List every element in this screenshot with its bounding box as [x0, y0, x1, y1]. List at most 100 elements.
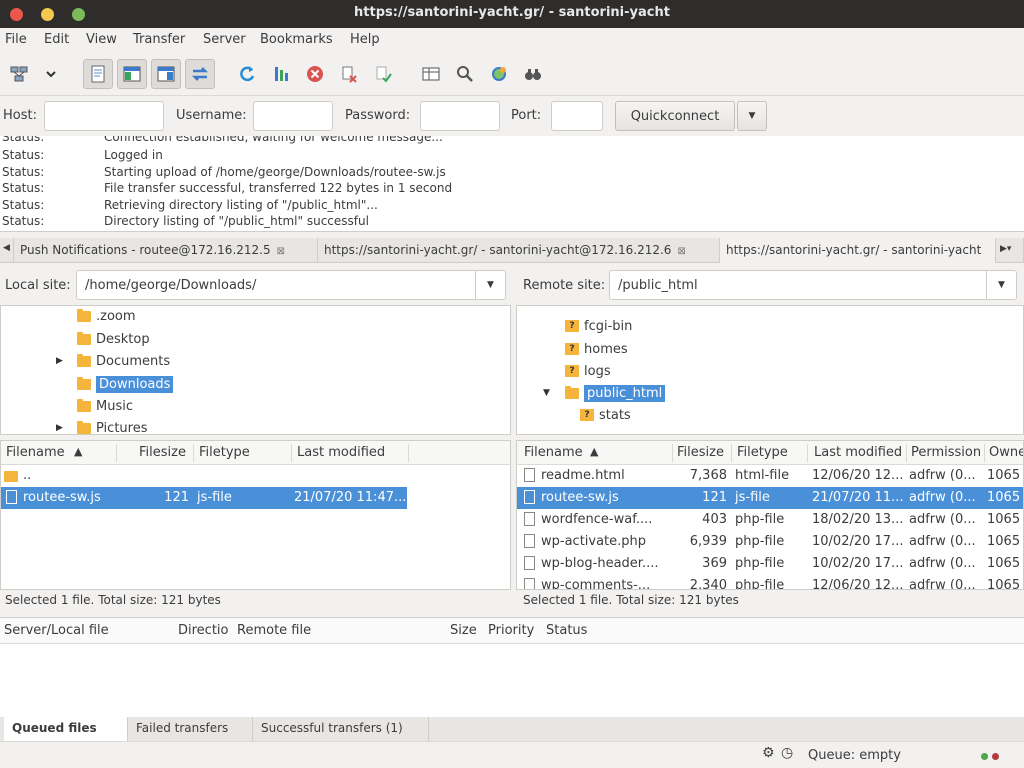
- toggle-remote-tree-icon[interactable]: [151, 59, 181, 89]
- column-filetype[interactable]: Filetype: [199, 445, 250, 460]
- column-size[interactable]: Size: [450, 623, 477, 638]
- quickconnect-button[interactable]: Quickconnect: [615, 101, 735, 131]
- tree-item[interactable]: ? fcgi-bin: [565, 316, 632, 336]
- folder-icon: [77, 376, 91, 390]
- username-input[interactable]: [253, 101, 333, 131]
- tab-push-notifications[interactable]: Push Notifications - routee@172.16.212.5…: [14, 238, 318, 263]
- quickconnect-history-button[interactable]: ▼: [737, 101, 767, 131]
- menu-bar: File Edit View Transfer Server Bookmarks…: [0, 28, 1024, 52]
- username-label: Username:: [176, 108, 247, 123]
- tree-item-selected[interactable]: Downloads: [77, 374, 174, 394]
- chevron-down-icon[interactable]: ▼: [986, 271, 1016, 299]
- tab-failed-transfers[interactable]: Failed transfers: [128, 717, 253, 741]
- column-priority[interactable]: Priority: [488, 623, 534, 638]
- remote-directory-tree[interactable]: ? fcgi-bin ? homes ? logs ▼ public_html ? st…: [516, 305, 1024, 435]
- file-row[interactable]: wordfence-waf.... 403 php-file 18/02/20 …: [517, 509, 1023, 531]
- tab-santorini-yacht-2[interactable]: https://santorini-yacht.gr/ - santorini-…: [720, 238, 996, 263]
- remote-file-list[interactable]: Filename ▲ Filesize Filetype Last modifi…: [516, 440, 1024, 590]
- speed-limit-icon[interactable]: ◷: [781, 745, 793, 761]
- column-last-modified[interactable]: Last modified: [297, 445, 385, 460]
- menu-view[interactable]: View: [86, 32, 117, 47]
- directory-comparison-icon[interactable]: [450, 59, 480, 89]
- tree-item[interactable]: .zoom: [77, 306, 136, 326]
- find-files-icon[interactable]: [518, 59, 548, 89]
- remote-file-list-header: Filename ▲ Filesize Filetype Last modifi…: [517, 441, 1023, 465]
- file-icon: [524, 556, 535, 570]
- title-bar: https://santorini-yacht.gr/ - santorini-…: [0, 0, 1024, 28]
- menu-transfer[interactable]: Transfer: [133, 32, 185, 47]
- file-row-selected[interactable]: routee-sw.js 121 js-file 21/07/20 11:47.…: [1, 487, 407, 509]
- local-path-combo[interactable]: /home/george/Downloads/ ▼: [76, 270, 506, 300]
- sync-browsing-icon[interactable]: [484, 59, 514, 89]
- menu-help[interactable]: Help: [350, 32, 380, 47]
- column-server-local-file[interactable]: Server/Local file: [4, 623, 109, 638]
- tab-successful-transfers[interactable]: Successful transfers (1): [253, 717, 429, 741]
- file-row[interactable]: wp-activate.php 6,939 php-file 10/02/20 …: [517, 531, 1023, 553]
- file-row[interactable]: wp-comments-... 2,340 php-file 12/06/20 …: [517, 575, 1023, 589]
- menu-bookmarks[interactable]: Bookmarks: [260, 32, 333, 47]
- column-filesize[interactable]: Filesize: [139, 445, 186, 460]
- expand-arrow-icon[interactable]: ▶: [56, 423, 63, 433]
- reconnect-icon[interactable]: [368, 59, 398, 89]
- remote-site-label: Remote site:: [523, 278, 606, 293]
- tree-item-selected[interactable]: public_html: [565, 383, 666, 403]
- process-queue-icon[interactable]: [266, 59, 296, 89]
- local-path-value: /home/george/Downloads/: [85, 278, 257, 293]
- site-manager-icon[interactable]: [4, 59, 34, 89]
- refresh-icon[interactable]: [232, 59, 262, 89]
- tree-item[interactable]: ? homes: [565, 339, 628, 359]
- column-permissions[interactable]: Permission: [911, 445, 981, 460]
- local-directory-tree[interactable]: .zoom Desktop ▶ Documents Downloads Musi…: [0, 305, 511, 435]
- host-input[interactable]: [44, 101, 164, 131]
- collapse-arrow-icon[interactable]: ▼: [543, 388, 550, 398]
- tab-queued-files[interactable]: Queued files: [4, 717, 128, 741]
- dropdown-icon[interactable]: [36, 59, 66, 89]
- folder-icon: [77, 420, 91, 434]
- tree-item[interactable]: ? stats: [580, 405, 631, 425]
- toolbar: [0, 52, 1024, 96]
- column-direction[interactable]: Directio: [178, 623, 229, 638]
- password-input[interactable]: [420, 101, 500, 131]
- tab-close-icon[interactable]: ⊠: [677, 246, 685, 257]
- tab-santorini-yacht-1[interactable]: https://santorini-yacht.gr/ - santorini-…: [318, 238, 720, 263]
- local-file-list[interactable]: Filename ▲ Filesize Filetype Last modifi…: [0, 440, 511, 590]
- tree-item[interactable]: Documents: [77, 351, 170, 371]
- cancel-icon[interactable]: [300, 59, 330, 89]
- tree-item[interactable]: Music: [77, 396, 133, 416]
- menu-file[interactable]: File: [5, 32, 27, 47]
- column-remote-file[interactable]: Remote file: [237, 623, 311, 638]
- transfer-queue[interactable]: Server/Local file Directio Remote file S…: [0, 617, 1024, 717]
- file-row-selected[interactable]: routee-sw.js 121 js-file 21/07/20 11... …: [517, 487, 1023, 509]
- column-last-modified[interactable]: Last modified: [814, 445, 902, 460]
- chevron-down-icon[interactable]: ▼: [475, 271, 505, 299]
- toggle-local-tree-icon[interactable]: [117, 59, 147, 89]
- disconnect-icon[interactable]: [334, 59, 364, 89]
- file-row[interactable]: wp-blog-header.... 369 php-file 10/02/20…: [517, 553, 1023, 575]
- message-log[interactable]: Status: Connection established, waiting f…: [0, 136, 1024, 232]
- gear-icon[interactable]: ⚙: [762, 745, 775, 761]
- remote-path-combo[interactable]: /public_html ▼: [609, 270, 1017, 300]
- toggle-log-icon[interactable]: [83, 59, 113, 89]
- toggle-queue-icon[interactable]: [185, 59, 215, 89]
- tabs-scroll-right-icon[interactable]: ▶▾: [996, 238, 1024, 263]
- unknown-folder-icon: ?: [565, 365, 579, 377]
- column-filename[interactable]: Filename: [6, 445, 65, 460]
- tree-item[interactable]: ? logs: [565, 361, 611, 381]
- column-filename[interactable]: Filename: [524, 445, 583, 460]
- expand-arrow-icon[interactable]: ▶: [56, 356, 63, 366]
- file-row-parent[interactable]: ..: [1, 465, 407, 487]
- menu-edit[interactable]: Edit: [44, 32, 69, 47]
- tabs-scroll-left-icon[interactable]: ◀: [0, 238, 14, 263]
- directory-listing-filters-icon[interactable]: [416, 59, 446, 89]
- tree-item[interactable]: Desktop: [77, 329, 150, 349]
- menu-server[interactable]: Server: [203, 32, 246, 47]
- column-owner[interactable]: Owne: [989, 445, 1023, 460]
- column-status[interactable]: Status: [546, 623, 587, 638]
- column-filesize[interactable]: Filesize: [677, 445, 724, 460]
- port-input[interactable]: [551, 101, 603, 131]
- sort-ascending-icon: ▲: [590, 445, 599, 458]
- tab-close-icon[interactable]: ⊠: [277, 246, 285, 257]
- column-filetype[interactable]: Filetype: [737, 445, 788, 460]
- file-row[interactable]: readme.html 7,368 html-file 12/06/20 12.…: [517, 465, 1023, 487]
- tree-item[interactable]: Pictures: [77, 418, 147, 434]
